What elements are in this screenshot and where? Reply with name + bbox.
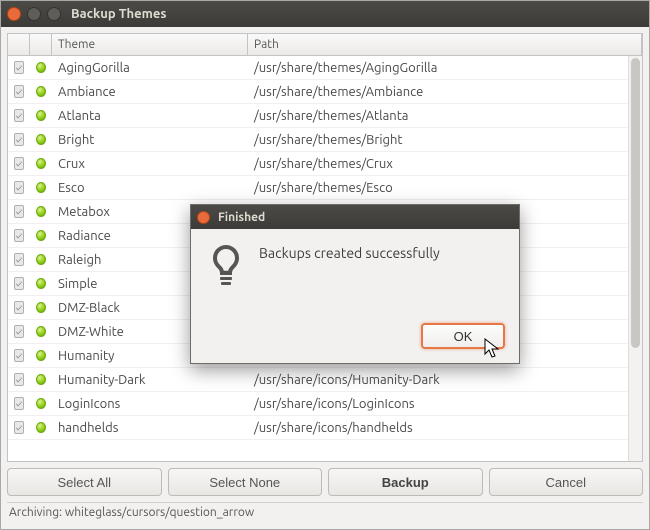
row-path: /usr/share/themes/Atlanta: [248, 109, 642, 123]
row-checkbox[interactable]: [8, 109, 30, 122]
select-none-button[interactable]: Select None: [168, 468, 323, 496]
window-minimize-icon[interactable]: [27, 7, 41, 21]
row-status-dot: [30, 302, 52, 313]
scrollbar[interactable]: [628, 56, 642, 461]
row-path: /usr/share/themes/Esco: [248, 181, 642, 195]
row-status-dot: [30, 254, 52, 265]
window-maximize-icon[interactable]: [47, 7, 61, 21]
table-row[interactable]: LoginIcons/usr/share/icons/LoginIcons: [8, 392, 642, 416]
ok-button[interactable]: OK: [421, 323, 505, 349]
dialog-body: Backups created successfully: [191, 229, 519, 315]
row-path: /usr/share/themes/Bright: [248, 133, 642, 147]
table-header: Theme Path: [8, 34, 642, 56]
row-checkbox[interactable]: [8, 373, 30, 386]
row-status-dot: [30, 110, 52, 121]
row-path: /usr/share/themes/Crux: [248, 157, 642, 171]
finished-dialog: Finished Backups created successfully OK: [190, 204, 520, 364]
row-checkbox[interactable]: [8, 325, 30, 338]
lightbulb-icon: [207, 243, 245, 315]
row-status-dot: [30, 206, 52, 217]
row-checkbox[interactable]: [8, 277, 30, 290]
cancel-button[interactable]: Cancel: [489, 468, 644, 496]
row-path: /usr/share/icons/Humanity-Dark: [248, 373, 642, 387]
row-theme-name: Ambiance: [52, 85, 248, 99]
header-theme[interactable]: Theme: [52, 34, 248, 55]
status-bar: Archiving: whiteglass/cursors/question_a…: [7, 502, 643, 523]
table-row[interactable]: Atlanta/usr/share/themes/Atlanta: [8, 104, 642, 128]
row-status-dot: [30, 422, 52, 433]
row-status-dot: [30, 182, 52, 193]
row-status-dot: [30, 278, 52, 289]
row-theme-name: LoginIcons: [52, 397, 248, 411]
button-row: Select All Select None Backup Cancel: [7, 466, 643, 498]
row-path: /usr/share/themes/Ambiance: [248, 85, 642, 99]
row-theme-name: Humanity-Dark: [52, 373, 248, 387]
dialog-message: Backups created successfully: [259, 243, 440, 315]
row-checkbox[interactable]: [8, 253, 30, 266]
dialog-close-icon[interactable]: [197, 211, 210, 224]
row-status-dot: [30, 134, 52, 145]
dialog-title: Finished: [218, 211, 265, 224]
window-close-icon[interactable]: [7, 7, 21, 21]
row-path: /usr/share/icons/LoginIcons: [248, 397, 642, 411]
row-status-dot: [30, 62, 52, 73]
row-checkbox[interactable]: [8, 349, 30, 362]
row-theme-name: Atlanta: [52, 109, 248, 123]
row-theme-name: AgingGorilla: [52, 61, 248, 75]
row-status-dot: [30, 350, 52, 361]
select-all-button[interactable]: Select All: [7, 468, 162, 496]
row-path: /usr/share/themes/AgingGorilla: [248, 61, 642, 75]
table-row[interactable]: Esco/usr/share/themes/Esco: [8, 176, 642, 200]
table-row[interactable]: handhelds/usr/share/icons/handhelds: [8, 416, 642, 440]
row-checkbox[interactable]: [8, 61, 30, 74]
dialog-footer: OK: [191, 315, 519, 363]
table-row[interactable]: Bright/usr/share/themes/Bright: [8, 128, 642, 152]
row-status-dot: [30, 158, 52, 169]
row-theme-name: Esco: [52, 181, 248, 195]
table-row[interactable]: Crux/usr/share/themes/Crux: [8, 152, 642, 176]
row-checkbox[interactable]: [8, 181, 30, 194]
row-checkbox[interactable]: [8, 421, 30, 434]
row-theme-name: Bright: [52, 133, 248, 147]
row-theme-name: handhelds: [52, 421, 248, 435]
backup-button[interactable]: Backup: [328, 468, 483, 496]
scrollbar-thumb[interactable]: [631, 58, 640, 348]
header-check[interactable]: [8, 34, 30, 55]
row-checkbox[interactable]: [8, 157, 30, 170]
row-checkbox[interactable]: [8, 301, 30, 314]
row-checkbox[interactable]: [8, 229, 30, 242]
row-checkbox[interactable]: [8, 205, 30, 218]
row-status-dot: [30, 86, 52, 97]
row-status-dot: [30, 326, 52, 337]
row-status-dot: [30, 398, 52, 409]
row-path: /usr/share/icons/handhelds: [248, 421, 642, 435]
row-theme-name: Crux: [52, 157, 248, 171]
row-checkbox[interactable]: [8, 397, 30, 410]
window-title: Backup Themes: [71, 7, 166, 21]
header-status: [30, 34, 52, 55]
table-row[interactable]: Humanity-Dark/usr/share/icons/Humanity-D…: [8, 368, 642, 392]
header-path[interactable]: Path: [248, 34, 642, 55]
row-status-dot: [30, 230, 52, 241]
table-row[interactable]: AgingGorilla/usr/share/themes/AgingGoril…: [8, 56, 642, 80]
row-checkbox[interactable]: [8, 85, 30, 98]
dialog-titlebar: Finished: [191, 205, 519, 229]
table-row[interactable]: Ambiance/usr/share/themes/Ambiance: [8, 80, 642, 104]
row-checkbox[interactable]: [8, 133, 30, 146]
row-status-dot: [30, 374, 52, 385]
titlebar: Backup Themes: [1, 1, 649, 27]
